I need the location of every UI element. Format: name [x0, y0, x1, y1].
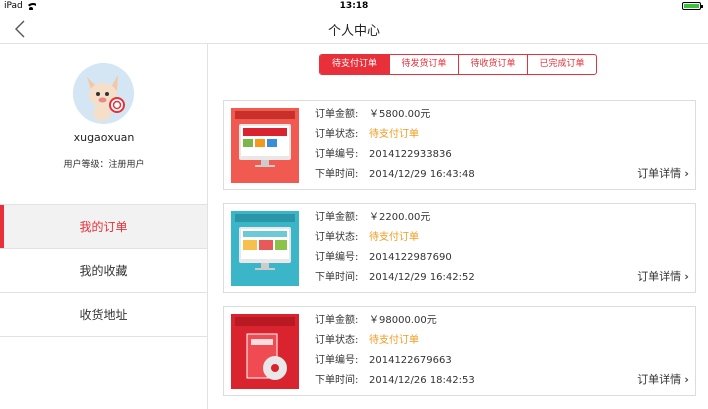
user-level-value: 注册用户 [108, 160, 145, 170]
order-status: 待支付订单 [369, 129, 419, 140]
user-level: 用户等级：注册用户 [0, 157, 208, 170]
order-number: 2014122679663 [369, 355, 452, 366]
time-label: 下单时间: [315, 375, 359, 386]
order-detail-link[interactable]: 订单详情 ›› [637, 165, 688, 181]
number-label: 订单编号: [315, 355, 359, 366]
order-detail-label: 订单详情 [637, 167, 682, 180]
page-title: 个人中心 [327, 24, 380, 39]
sidebar-item-label: 收货地址 [79, 308, 128, 322]
battery-icon [682, 2, 703, 10]
sidebar-item-my-orders[interactable]: 我的订单 [0, 205, 207, 249]
user-level-label: 用户等级： [63, 160, 109, 170]
status-bar: iPad 13:18 [0, 0, 708, 13]
double-chevron-right-icon: ›› [684, 372, 688, 386]
product-thumbnail [231, 314, 299, 389]
order-time: 2014/12/29 16:42:52 [369, 272, 475, 283]
order-detail-link[interactable]: 订单详情 ›› [637, 268, 688, 284]
order-fields: 订单金额: ￥2200.00元 订单状态: 待支付订单 订单编号: 201412298… [315, 211, 475, 291]
product-thumbnail [231, 211, 299, 286]
order-amount: ￥98000.00元 [369, 315, 437, 326]
order-detail-label: 订单详情 [637, 373, 682, 386]
amount-label: 订单金额: [315, 315, 359, 326]
status-label: 订单状态: [315, 129, 359, 140]
tab-pending-payment[interactable]: 待支付订单 [320, 55, 389, 74]
sidebar: xugaoxuan 用户等级：注册用户 我的订单 我的收藏 收货地址 [0, 44, 208, 409]
battery-fill [684, 4, 699, 8]
product-image [231, 108, 299, 183]
time-label: 下单时间: [315, 169, 359, 180]
order-tabs: 待支付订单 待发货订单 待收货订单 已完成订单 [319, 54, 597, 75]
sidebar-item-label: 我的收藏 [79, 264, 128, 278]
order-number: 2014122987690 [369, 252, 452, 263]
main-content: 待支付订单 待发货订单 待收货订单 已完成订单 订单金额: ￥5800.00元 订… [209, 44, 708, 409]
sidebar-item-label: 我的订单 [79, 220, 128, 234]
sidebar-item-addresses[interactable]: 收货地址 [0, 293, 207, 337]
order-detail-link[interactable]: 订单详情 ›› [637, 371, 688, 387]
order-number: 2014122933836 [369, 149, 452, 160]
tab-pending-receipt[interactable]: 待收货订单 [458, 55, 527, 74]
tab-pending-shipment[interactable]: 待发货订单 [389, 55, 458, 74]
order-amount: ￥5800.00元 [369, 109, 431, 120]
time-label: 下单时间: [315, 272, 359, 283]
order-fields: 订单金额: ￥5800.00元 订单状态: 待支付订单 订单编号: 201412293… [315, 108, 475, 188]
order-status: 待支付订单 [369, 335, 419, 346]
sidebar-menu: 我的订单 我的收藏 收货地址 [0, 204, 207, 337]
avatar[interactable] [73, 63, 134, 124]
product-image [231, 211, 299, 286]
order-card: 订单金额: ￥2200.00元 订单状态: 待支付订单 订单编号: 201412298… [223, 203, 696, 293]
username: xugaoxuan [73, 131, 135, 144]
avatar-image [73, 63, 134, 124]
order-detail-label: 订单详情 [637, 270, 682, 283]
order-amount: ￥2200.00元 [369, 212, 431, 223]
double-chevron-right-icon: ›› [684, 166, 688, 180]
order-card: 订单金额: ￥98000.00元 订单状态: 待支付订单 订单编号: 20141226… [223, 306, 696, 396]
tab-completed[interactable]: 已完成订单 [527, 55, 596, 74]
sidebar-item-favorites[interactable]: 我的收藏 [0, 249, 207, 293]
clock: 13:18 [339, 1, 369, 11]
order-fields: 订单金额: ￥98000.00元 订单状态: 待支付订单 订单编号: 20141226… [315, 314, 475, 394]
status-label: 订单状态: [315, 335, 359, 346]
number-label: 订单编号: [315, 149, 359, 160]
order-time: 2014/12/26 18:42:53 [369, 375, 475, 386]
product-thumbnail [231, 108, 299, 183]
nav-bar: 个人中心 [0, 13, 708, 44]
product-image [231, 314, 299, 389]
amount-label: 订单金额: [315, 212, 359, 223]
number-label: 订单编号: [315, 252, 359, 263]
status-label: 订单状态: [315, 232, 359, 243]
amount-label: 订单金额: [315, 109, 359, 120]
order-card: 订单金额: ￥5800.00元 订单状态: 待支付订单 订单编号: 201412293… [223, 100, 696, 190]
order-status: 待支付订单 [369, 232, 419, 243]
order-time: 2014/12/29 16:43:48 [369, 169, 475, 180]
double-chevron-right-icon: ›› [684, 269, 688, 283]
